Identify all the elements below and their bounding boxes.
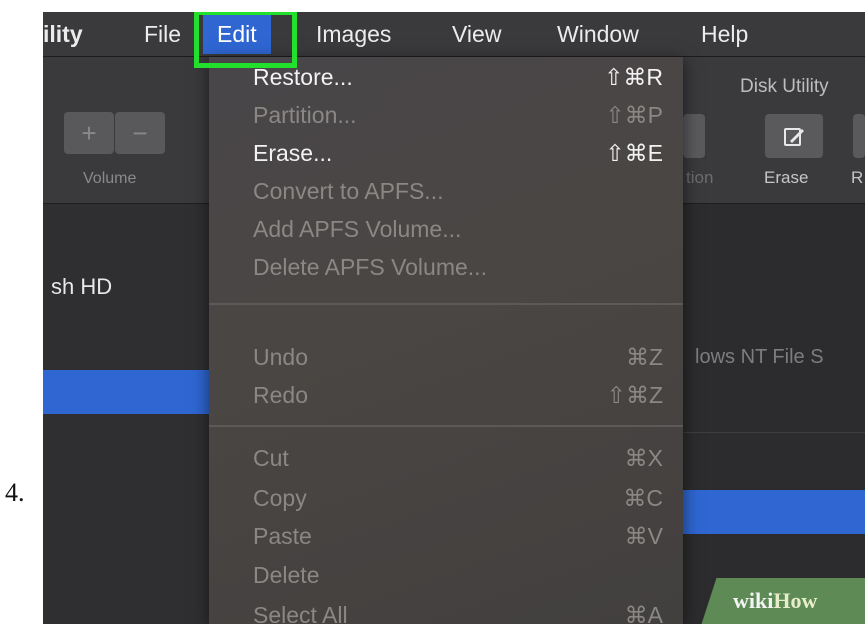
edit-menu-dropdown: Restore... ⇧⌘R Partition... ⇧⌘P Erase...… — [209, 57, 683, 624]
menu-item-select-all: Select All ⌘A — [253, 597, 673, 624]
menu-bar: ility File Edit Images View Window Help — [43, 12, 865, 57]
menu-item-label: Restore... — [253, 64, 353, 90]
menu-item-shortcut: ⌘V — [624, 523, 663, 549]
sidebar-disk-item[interactable]: sh HD — [51, 274, 112, 300]
menu-view[interactable]: View — [452, 12, 501, 56]
partition-label: tion — [686, 168, 714, 187]
erase-icon — [784, 128, 804, 147]
menu-edit[interactable]: Edit — [203, 14, 271, 54]
menu-item-restore[interactable]: Restore... ⇧⌘R — [253, 59, 673, 95]
menu-item-cut: Cut ⌘X — [253, 440, 673, 476]
menu-separator — [209, 425, 683, 427]
menu-item-label: Delete — [253, 562, 320, 588]
menu-item-label: Convert to APFS... — [253, 178, 444, 204]
menu-item-undo: Undo ⌘Z — [253, 339, 673, 375]
menu-item-shortcut: ⌘C — [623, 485, 663, 511]
window-title: Disk Utility — [740, 76, 829, 97]
menu-item-shortcut: ⇧⌘Z — [606, 382, 663, 408]
menu-item-convert-apfs: Convert to APFS... — [253, 173, 673, 209]
menu-item-label: Delete APFS Volume... — [253, 254, 487, 280]
menu-item-label: Cut — [253, 445, 289, 471]
menu-file[interactable]: File — [144, 12, 181, 56]
menu-item-shortcut: ⇧⌘R — [604, 64, 663, 90]
restore-label: R — [851, 168, 864, 187]
wikihow-logo: wikiHow — [733, 588, 817, 614]
sidebar — [43, 204, 209, 624]
menu-item-label: Add APFS Volume... — [253, 216, 462, 242]
menu-item-label: Undo — [253, 344, 308, 370]
menu-item-shortcut: ⌘A — [624, 602, 663, 624]
wikihow-logo-wiki: wiki — [733, 588, 774, 613]
menu-item-delete: Delete — [253, 557, 673, 593]
menu-item-label: Redo — [253, 382, 308, 408]
menu-window[interactable]: Window — [557, 12, 639, 56]
menu-item-delete-apfs-volume: Delete APFS Volume... — [253, 249, 673, 285]
menu-item-shortcut: ⌘X — [624, 445, 663, 471]
menu-item-label: Select All — [253, 602, 348, 624]
erase-button[interactable] — [765, 114, 823, 158]
right-selected-row[interactable] — [683, 490, 865, 534]
menu-item-label: Partition... — [253, 102, 357, 128]
menu-item-label: Copy — [253, 485, 307, 511]
menu-item-paste: Paste ⌘V — [253, 518, 673, 554]
volume-label: Volume — [83, 170, 137, 187]
remove-volume-button[interactable]: − — [115, 112, 165, 154]
menu-item-shortcut: ⇧⌘E — [605, 140, 663, 166]
menu-item-redo: Redo ⇧⌘Z — [253, 377, 673, 413]
menu-images[interactable]: Images — [316, 12, 391, 56]
restore-button-partial[interactable] — [853, 114, 865, 158]
menu-item-label: Erase... — [253, 140, 333, 166]
partition-button-partial[interactable] — [683, 114, 705, 158]
erase-label: Erase — [764, 168, 809, 187]
add-volume-button[interactable]: + — [64, 112, 114, 154]
menu-item-shortcut: ⌘Z — [625, 344, 663, 370]
left-toolbar: + − Volume — [43, 57, 209, 204]
menu-app-name[interactable]: ility — [43, 12, 83, 56]
menu-separator — [209, 303, 683, 305]
filesystem-info: lows NT File S — [695, 346, 824, 368]
menu-item-shortcut: ⇧⌘P — [605, 102, 663, 128]
menu-item-partition: Partition... ⇧⌘P — [253, 97, 673, 133]
menu-help[interactable]: Help — [701, 12, 748, 56]
menu-item-add-apfs-volume: Add APFS Volume... — [253, 211, 673, 247]
menu-item-label: Paste — [253, 523, 312, 549]
wikihow-logo-how: How — [773, 588, 818, 613]
macos-screen: ility File Edit Images View Window Help … — [43, 12, 865, 624]
sidebar-selected-row[interactable] — [43, 370, 209, 414]
right-divider — [683, 432, 865, 433]
menu-item-erase[interactable]: Erase... ⇧⌘E — [253, 135, 673, 171]
menu-item-copy: Copy ⌘C — [253, 480, 673, 516]
step-number: 4. — [5, 478, 25, 507]
